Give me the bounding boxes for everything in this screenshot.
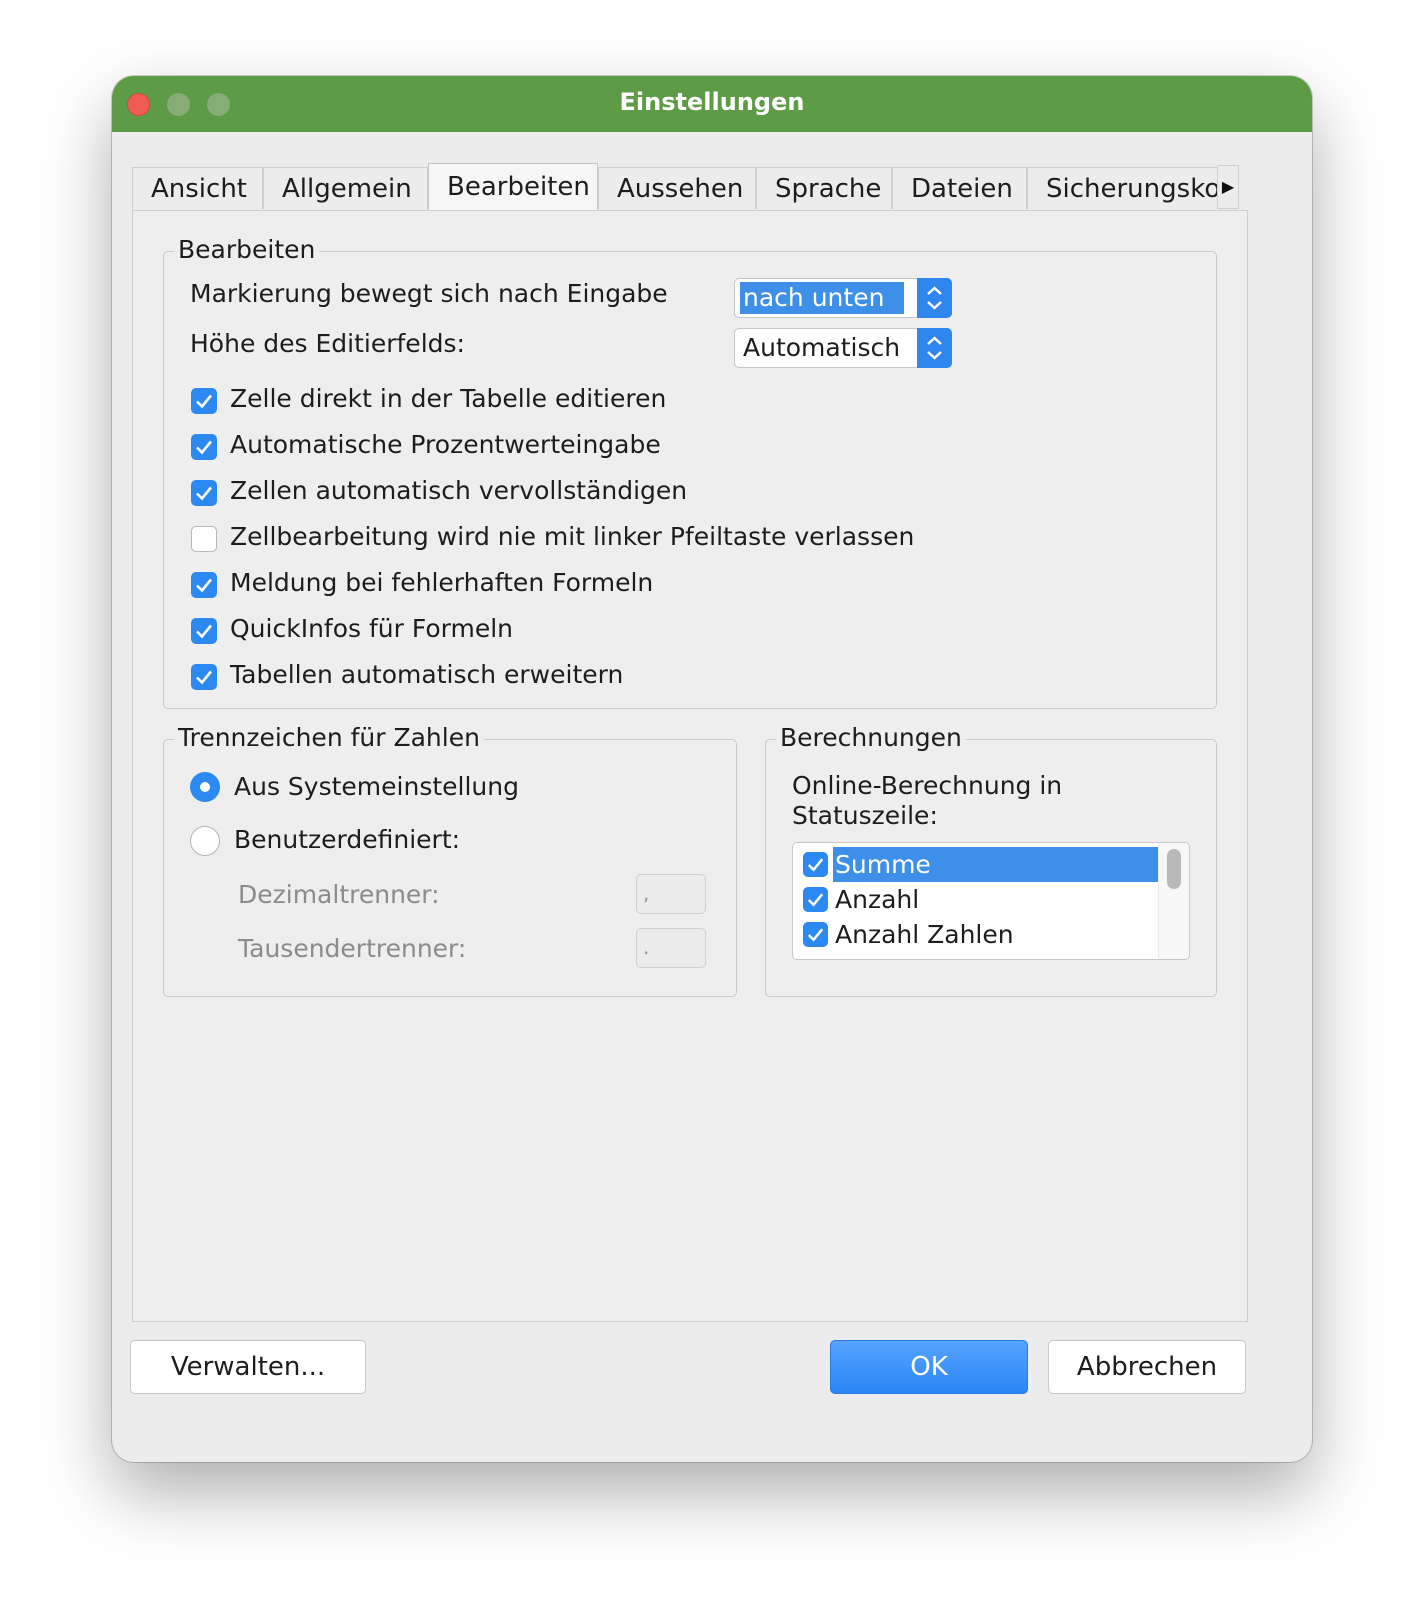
checkbox-formula-tooltips-label[interactable]: QuickInfos für Formeln — [230, 613, 513, 645]
checkmark-icon — [807, 858, 824, 872]
list-checkbox-anzahl[interactable] — [803, 887, 828, 912]
move-after-input-label: Markierung bewegt sich nach Eingabe — [190, 279, 668, 308]
tab-allgemein[interactable]: Allgemein — [263, 167, 428, 209]
checkbox-autocomplete[interactable] — [191, 480, 217, 506]
select-stepper-icon[interactable] — [917, 278, 952, 318]
checkbox-edit-in-cell[interactable] — [191, 388, 217, 414]
checkmark-icon — [807, 928, 824, 942]
select-stepper-icon[interactable] — [917, 328, 952, 368]
radio-system-setting-label[interactable]: Aus Systemeinstellung — [234, 771, 519, 803]
thousands-separator-label: Tausendertrenner: — [238, 934, 467, 963]
online-calc-label-line2: Statuszeile: — [792, 801, 938, 830]
list-item-summe[interactable]: Summe — [801, 847, 1159, 882]
ok-button[interactable]: OK — [830, 1340, 1028, 1394]
checkbox-formula-errors-label[interactable]: Meldung bei fehlerhaften Formeln — [230, 567, 653, 599]
edit-field-height-select[interactable]: Automatisch — [734, 328, 952, 368]
checkmark-icon — [196, 440, 213, 455]
edit-field-height-value: Automatisch — [743, 333, 901, 362]
tab-aussehen[interactable]: Aussehen — [598, 167, 756, 209]
tab-bar: Ansicht Allgemein Bearbeiten Aussehen Sp… — [132, 163, 1292, 211]
radio-system-setting[interactable] — [190, 772, 220, 802]
list-item-anzahl-zahlen[interactable]: Anzahl Zahlen — [801, 917, 1159, 952]
calculations-legend: Berechnungen — [776, 722, 966, 754]
tab-sicherungskopie[interactable]: Sicherungskop — [1027, 167, 1227, 209]
list-scrollbar-thumb[interactable] — [1167, 849, 1181, 889]
list-item-anzahl-zahlen-label: Anzahl Zahlen — [835, 920, 1014, 949]
checkbox-auto-expand-tables-label[interactable]: Tabellen automatisch erweitern — [230, 659, 623, 691]
decimal-separator-label: Dezimaltrenner: — [238, 880, 440, 909]
move-direction-select[interactable]: nach unten — [734, 278, 952, 318]
checkmark-icon — [196, 670, 213, 685]
tab-scroll-right-icon[interactable]: ▶ — [1217, 165, 1239, 209]
move-direction-value: nach unten — [740, 282, 904, 314]
thousands-separator-field[interactable]: . — [636, 928, 706, 968]
radio-custom[interactable] — [190, 826, 220, 856]
checkbox-edit-in-cell-label[interactable]: Zelle direkt in der Tabelle editieren — [230, 383, 666, 415]
edit-field-height-label: Höhe des Editierfelds: — [190, 329, 465, 358]
edit-group: Bearbeiten Markierung bewegt sich nach E… — [163, 234, 1217, 709]
list-item-anzahl-label: Anzahl — [835, 885, 920, 914]
checkbox-left-arrow-exit[interactable] — [191, 526, 217, 552]
radio-custom-label[interactable]: Benutzerdefiniert: — [234, 824, 460, 856]
checkbox-autocomplete-label[interactable]: Zellen automatisch vervollständigen — [230, 475, 687, 507]
decimal-separator-field[interactable]: , — [636, 874, 706, 914]
number-separator-group: Trennzeichen für Zahlen Aus Systemeinste… — [163, 722, 737, 997]
list-checkbox-anzahl-zahlen[interactable] — [803, 922, 828, 947]
list-item-summe-label: Summe — [833, 847, 1159, 882]
preferences-window: Einstellungen Ansicht Allgemein Bearbeit… — [112, 76, 1312, 1462]
list-item-anzahl[interactable]: Anzahl — [801, 882, 1159, 917]
edit-group-legend: Bearbeiten — [174, 234, 320, 266]
cancel-button[interactable]: Abbrechen — [1048, 1340, 1246, 1394]
checkmark-icon — [196, 578, 213, 593]
checkbox-auto-percent-label[interactable]: Automatische Prozentwerteingabe — [230, 429, 661, 461]
calculations-group: Berechnungen Online-Berechnung in Status… — [765, 722, 1217, 997]
window-title: Einstellungen — [619, 88, 805, 116]
checkbox-auto-percent[interactable] — [191, 434, 217, 460]
tab-sprache[interactable]: Sprache — [756, 167, 892, 209]
checkbox-left-arrow-exit-label[interactable]: Zellbearbeitung wird nie mit linker Pfei… — [230, 521, 914, 553]
title-bar[interactable]: Einstellungen — [112, 76, 1312, 132]
checkmark-icon — [196, 394, 213, 409]
tab-dateien[interactable]: Dateien — [892, 167, 1027, 209]
checkbox-formula-tooltips[interactable] — [191, 618, 217, 644]
checkmark-icon — [196, 624, 213, 639]
checkmark-icon — [807, 893, 824, 907]
list-checkbox-summe[interactable] — [803, 852, 828, 877]
tab-ansicht[interactable]: Ansicht — [132, 167, 263, 209]
tab-bearbeiten[interactable]: Bearbeiten — [428, 163, 598, 210]
online-calc-label-line1: Online-Berechnung in — [792, 771, 1063, 800]
tab-content-bearbeiten: Bearbeiten Markierung bewegt sich nach E… — [132, 210, 1248, 1322]
list-scrollbar-track[interactable] — [1158, 843, 1189, 959]
manage-button[interactable]: Verwalten... — [130, 1340, 366, 1394]
online-calc-list[interactable]: Summe Anzahl Anzahl Zahlen — [792, 842, 1190, 960]
checkbox-auto-expand-tables[interactable] — [191, 664, 217, 690]
number-separator-legend: Trennzeichen für Zahlen — [174, 722, 484, 754]
checkmark-icon — [196, 486, 213, 501]
checkbox-formula-errors[interactable] — [191, 572, 217, 598]
